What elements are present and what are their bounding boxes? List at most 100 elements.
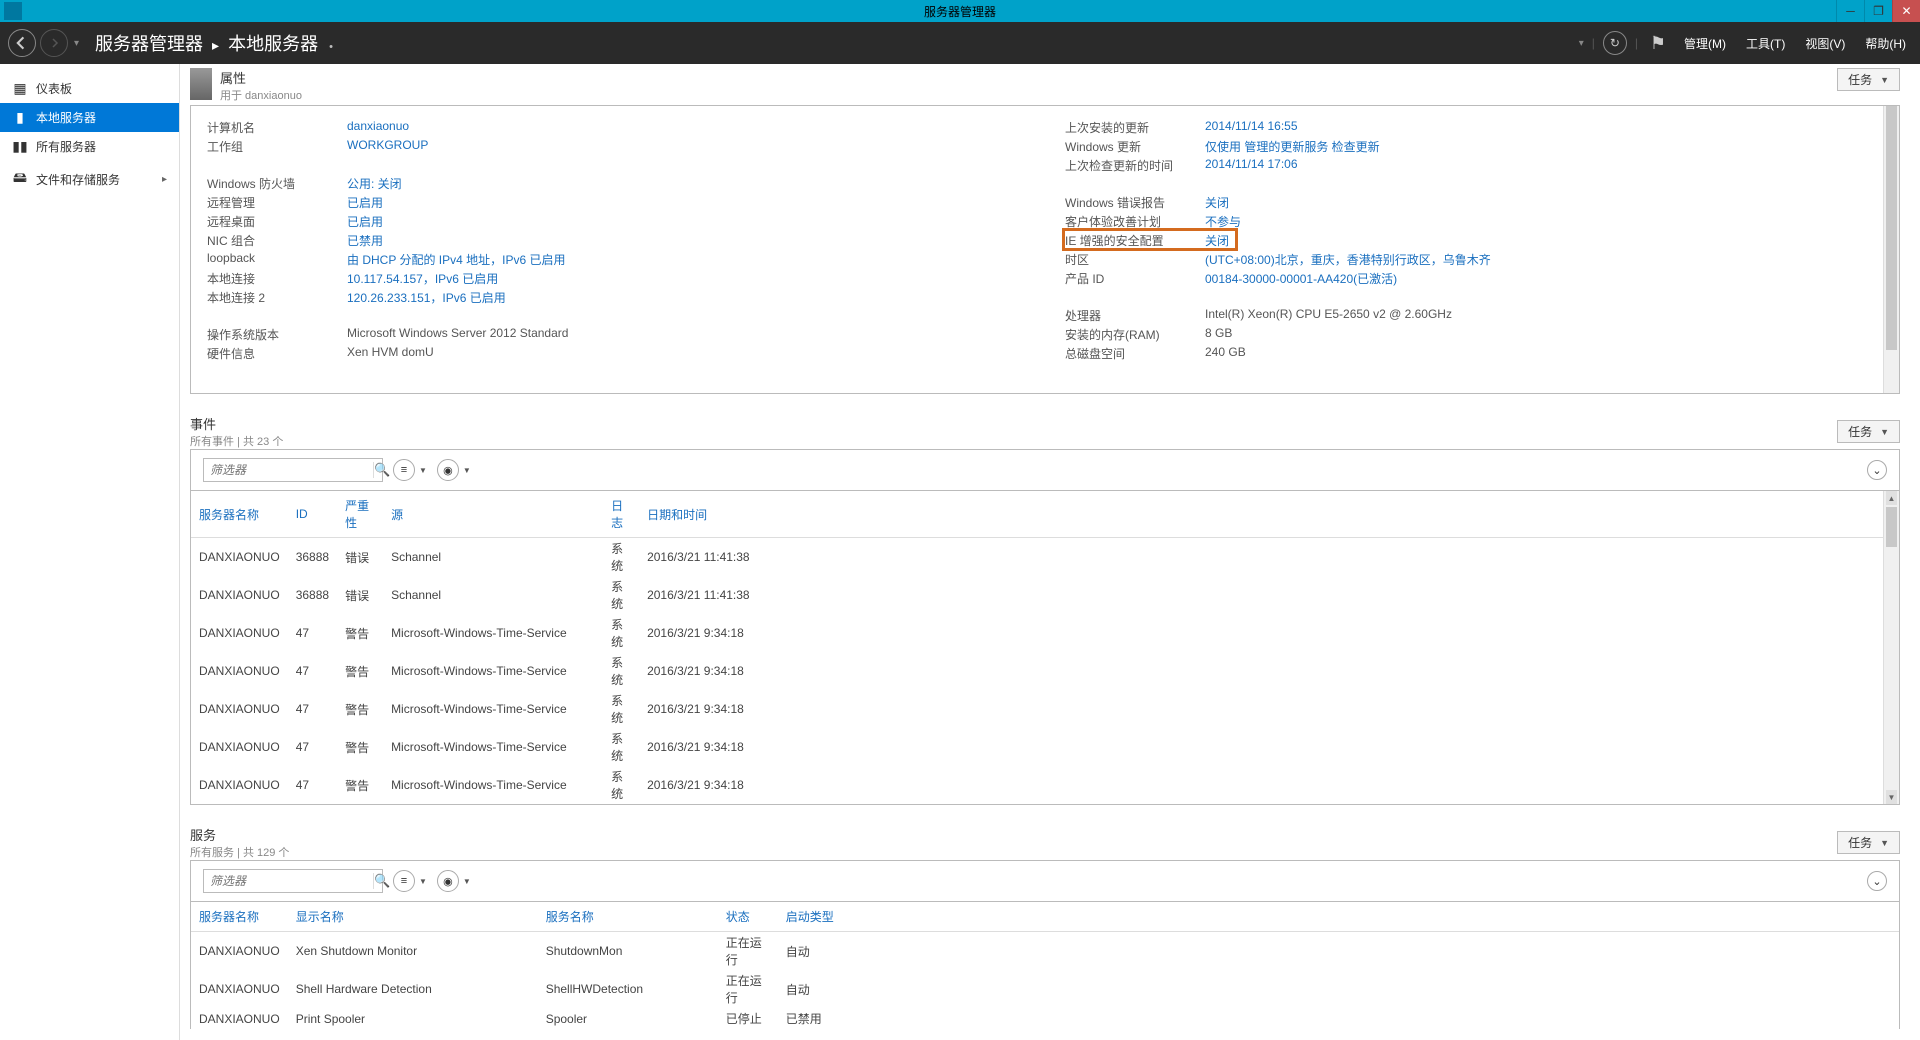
table-row[interactable]: DANXIAONUO36888错误Schannel系统2016/3/21 11:… (191, 576, 1899, 614)
property-value[interactable]: 由 DHCP 分配的 IPv4 地址，IPv6 已启用 (347, 251, 565, 268)
property-label: 工作组 (207, 138, 347, 155)
minimize-button[interactable]: ─ (1836, 0, 1864, 22)
property-value[interactable]: 10.117.54.157，IPv6 已启用 (347, 270, 498, 287)
property-row: 产品 ID00184-30000-00001-AA420(已激活) (1065, 269, 1883, 288)
property-label: 本地连接 2 (207, 289, 347, 306)
properties-title: 属性 (220, 68, 1837, 87)
breadcrumb-current: 本地服务器 (228, 34, 318, 54)
properties-icon (190, 68, 212, 100)
properties-scrollbar[interactable] (1883, 106, 1899, 393)
column-header[interactable]: 日志 (603, 491, 639, 538)
services-tasks-button[interactable]: 任务 ▼ (1837, 831, 1900, 854)
column-header[interactable]: 日期和时间 (639, 491, 1899, 538)
close-button[interactable]: ✕ (1892, 0, 1920, 22)
column-header[interactable]: ID (288, 491, 337, 538)
table-cell: 警告 (337, 652, 383, 690)
column-header[interactable]: 状态 (718, 902, 778, 932)
events-filter-input[interactable] (204, 463, 373, 477)
column-header[interactable]: 启动类型 (778, 902, 1899, 932)
sidebar-item-dashboard[interactable]: ▦ 仪表板 (0, 74, 179, 103)
property-value[interactable]: 仅使用 管理的更新服务 检查更新 (1205, 138, 1380, 155)
property-value[interactable]: 2014/11/14 16:55 (1205, 119, 1298, 136)
table-cell: DANXIAONUO (191, 766, 288, 804)
table-cell: 2016/3/21 9:34:18 (639, 614, 1899, 652)
refresh-button[interactable]: ↻ (1603, 31, 1627, 55)
events-filter-options-button[interactable]: ≡ (393, 459, 415, 481)
services-filter-input[interactable] (204, 874, 373, 888)
sidebar-item-file-storage[interactable]: 🖴 文件和存储服务 ▸ (0, 161, 179, 197)
property-value[interactable]: 公用: 关闭 (347, 175, 402, 192)
table-cell: 系统 (603, 728, 639, 766)
property-row: 操作系统版本Microsoft Windows Server 2012 Stan… (207, 325, 1025, 344)
table-cell: 已停止 (718, 1008, 778, 1029)
table-row[interactable]: DANXIAONUO47警告Microsoft-Windows-Time-Ser… (191, 766, 1899, 804)
column-header[interactable]: 严重性 (337, 491, 383, 538)
property-row: Windows 防火墙公用: 关闭 (207, 174, 1025, 193)
nav-back-button[interactable] (8, 29, 36, 57)
search-icon[interactable]: 🔍 (373, 462, 390, 478)
property-label: NIC 组合 (207, 232, 347, 249)
table-row[interactable]: DANXIAONUOPrint SpoolerSpooler已停止已禁用 (191, 1008, 1899, 1029)
property-value[interactable]: 已启用 (347, 194, 383, 211)
property-row: 本地连接 2120.26.233.151，IPv6 已启用 (207, 288, 1025, 307)
scroll-up-icon[interactable]: ▲ (1886, 491, 1897, 505)
sidebar-item-local-server[interactable]: ▮ 本地服务器 (0, 103, 179, 132)
chevron-down-icon: ▼ (419, 877, 427, 886)
table-cell: 36888 (288, 538, 337, 577)
events-filter-save-button[interactable]: ◉ (437, 459, 459, 481)
scroll-down-icon[interactable]: ▼ (1886, 790, 1897, 804)
table-row[interactable]: DANXIAONUO47警告Microsoft-Windows-Time-Ser… (191, 690, 1899, 728)
column-header[interactable]: 源 (383, 491, 603, 538)
table-cell: Microsoft-Windows-Time-Service (383, 728, 603, 766)
events-tasks-button[interactable]: 任务 ▼ (1837, 420, 1900, 443)
column-header[interactable]: 服务器名称 (191, 491, 288, 538)
table-row[interactable]: DANXIAONUO36888错误Schannel系统2016/3/21 11:… (191, 538, 1899, 577)
events-expand-button[interactable]: ⌄ (1867, 460, 1887, 480)
property-value[interactable]: WORKGROUP (347, 138, 428, 155)
table-row[interactable]: DANXIAONUOShell Hardware DetectionShellH… (191, 970, 1899, 1008)
table-row[interactable]: DANXIAONUOXen Shutdown MonitorShutdownMo… (191, 932, 1899, 971)
notifications-flag-icon[interactable]: ⚑ (1646, 31, 1670, 55)
menu-view[interactable]: 视图(V) (1799, 31, 1851, 56)
properties-tasks-button[interactable]: 任务 ▼ (1837, 68, 1900, 91)
table-cell: Microsoft-Windows-Time-Service (383, 652, 603, 690)
menu-manage[interactable]: 管理(M) (1678, 31, 1732, 56)
menu-tools[interactable]: 工具(T) (1740, 31, 1791, 56)
property-value[interactable]: 120.26.233.151，IPv6 已启用 (347, 289, 506, 306)
column-header[interactable]: 服务名称 (538, 902, 718, 932)
property-value[interactable]: 关闭 (1205, 232, 1229, 249)
events-scrollbar[interactable]: ▲ ▼ (1883, 491, 1899, 804)
table-row[interactable]: DANXIAONUO47警告Microsoft-Windows-Time-Ser… (191, 728, 1899, 766)
table-row[interactable]: DANXIAONUO47警告Microsoft-Windows-Time-Ser… (191, 614, 1899, 652)
breadcrumb-more-icon[interactable]: • (329, 41, 333, 53)
nav-forward-button[interactable] (40, 29, 68, 57)
property-value[interactable]: 已禁用 (347, 232, 383, 249)
property-value[interactable]: 不参与 (1205, 213, 1241, 230)
property-value[interactable]: 00184-30000-00001-AA420(已激活) (1205, 270, 1397, 287)
services-filter-save-button[interactable]: ◉ (437, 870, 459, 892)
property-value[interactable]: danxiaonuo (347, 119, 409, 136)
menu-help[interactable]: 帮助(H) (1859, 31, 1912, 56)
property-row: 远程桌面已启用 (207, 212, 1025, 231)
header-dropdown-icon[interactable]: ▾ (1579, 38, 1584, 49)
services-expand-button[interactable]: ⌄ (1867, 871, 1887, 891)
maximize-button[interactable]: ❐ (1864, 0, 1892, 22)
column-header[interactable]: 服务器名称 (191, 902, 288, 932)
property-value[interactable]: 关闭 (1205, 194, 1229, 211)
services-filter-options-button[interactable]: ≡ (393, 870, 415, 892)
chevron-down-icon: ▼ (1880, 75, 1889, 85)
breadcrumb-root[interactable]: 服务器管理器 (95, 34, 203, 54)
scrollbar-thumb[interactable] (1886, 507, 1897, 547)
table-row[interactable]: DANXIAONUO47警告Microsoft-Windows-Time-Ser… (191, 652, 1899, 690)
nav-dropdown-icon[interactable]: ▾ (74, 38, 79, 49)
scrollbar-thumb[interactable] (1886, 106, 1897, 350)
property-value[interactable]: 已启用 (347, 213, 383, 230)
column-header[interactable]: 显示名称 (288, 902, 538, 932)
sidebar-item-all-servers[interactable]: ▮▮ 所有服务器 (0, 132, 179, 161)
properties-panel: 计算机名danxiaonuo工作组WORKGROUPWindows 防火墙公用:… (190, 105, 1900, 394)
search-icon[interactable]: 🔍 (373, 873, 390, 889)
services-subtitle: 所有服务 | 共 129 个 (190, 844, 1837, 860)
property-value[interactable]: 2014/11/14 17:06 (1205, 157, 1298, 174)
property-label: 安装的内存(RAM) (1065, 326, 1205, 343)
property-value[interactable]: (UTC+08:00)北京，重庆，香港特别行政区，乌鲁木齐 (1205, 251, 1491, 268)
